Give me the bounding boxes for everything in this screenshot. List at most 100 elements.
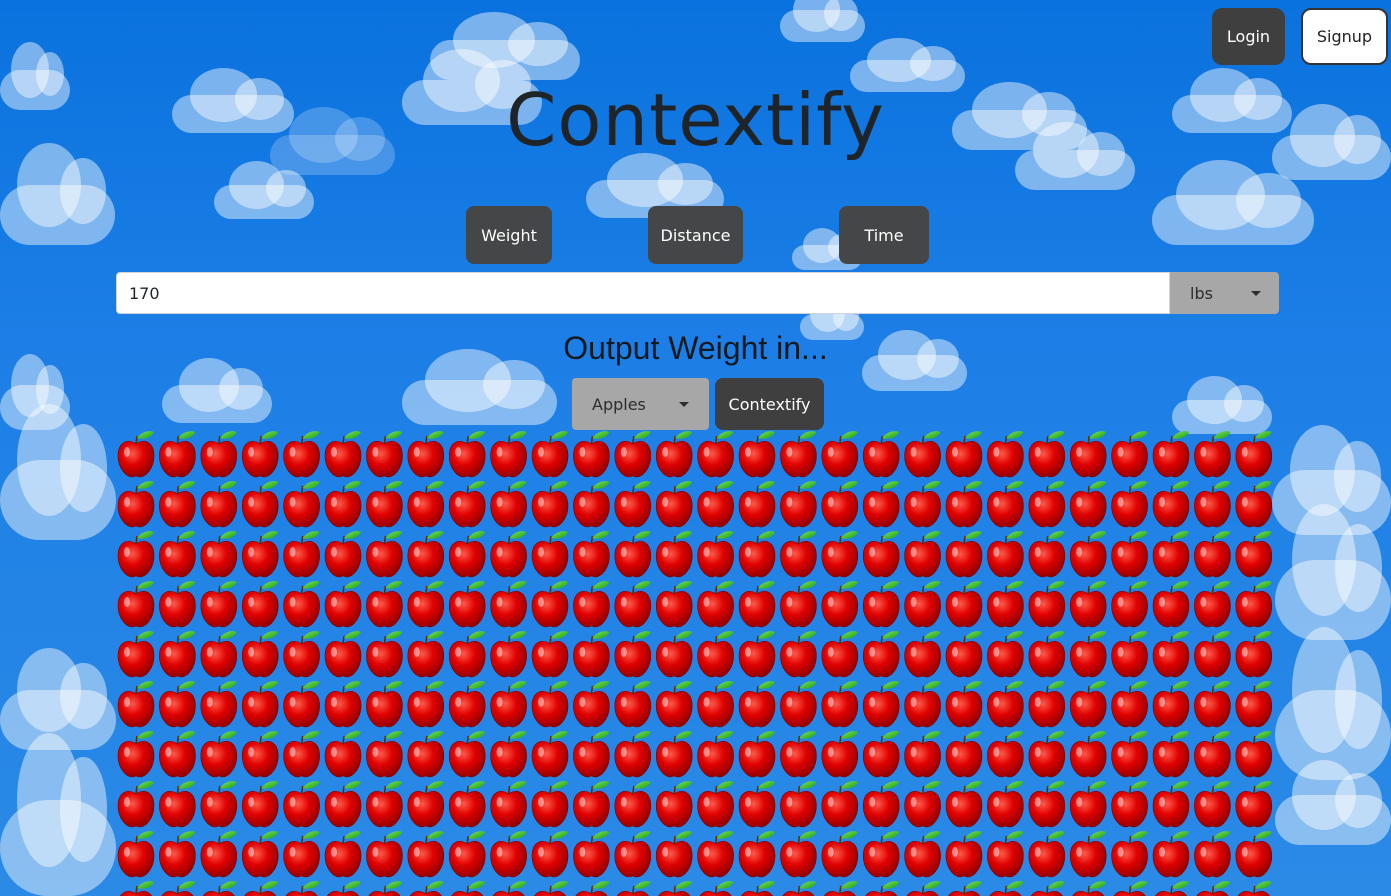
apple-results-grid: [116, 430, 1276, 896]
apple-icon: [780, 531, 817, 578]
apple-icon: [534, 881, 568, 896]
apple-icon: [159, 531, 196, 578]
apple-icon: [283, 831, 320, 878]
apple-icon: [575, 881, 610, 896]
apple-icon: [1238, 881, 1272, 896]
apple-icon: [697, 681, 734, 728]
apple-icon: [780, 481, 817, 528]
apple-icon: [738, 731, 776, 778]
apple-icon: [655, 481, 693, 528]
apple-icon: [1111, 631, 1148, 678]
apple-icon: [1152, 681, 1190, 728]
apple-icon: [203, 881, 237, 896]
apple-icon: [1069, 631, 1107, 678]
apple-icon: [862, 831, 900, 878]
apple-icon: [283, 781, 320, 828]
apple-icon: [1196, 881, 1231, 896]
apple-icon: [614, 581, 652, 628]
apple-icon: [906, 881, 941, 896]
apple-icon: [117, 481, 155, 528]
time-button[interactable]: Time: [839, 206, 929, 264]
apple-icon: [531, 781, 569, 828]
apple-icon: [1152, 781, 1190, 828]
apple-icon: [945, 581, 983, 628]
apple-icon: [699, 881, 734, 896]
apple-icon: [862, 631, 900, 678]
apple-icon: [1235, 531, 1273, 578]
apple-icon: [407, 731, 445, 778]
apple-icon: [1028, 681, 1066, 728]
login-button[interactable]: Login: [1212, 8, 1285, 65]
value-input[interactable]: [116, 272, 1170, 314]
apple-icon: [738, 831, 776, 878]
apple-icon: [1028, 531, 1066, 578]
apple-icon: [117, 781, 155, 828]
signup-button[interactable]: Signup: [1301, 8, 1388, 65]
apple-icon: [697, 631, 734, 678]
chevron-down-icon: [1251, 290, 1261, 296]
apple-icon: [904, 831, 941, 878]
apple-icon: [1235, 631, 1273, 678]
apple-icon: [410, 881, 444, 896]
apple-icon: [490, 681, 527, 728]
contextify-button[interactable]: Contextify: [715, 378, 824, 430]
apple-icon: [1235, 831, 1273, 878]
apple-icon: [324, 631, 362, 678]
apple-icon: [573, 631, 610, 678]
apple-icon: [614, 531, 652, 578]
apple-icon: [862, 731, 900, 778]
apple-icon: [614, 781, 652, 828]
apple-icon: [117, 831, 155, 878]
apple-icon: [531, 581, 569, 628]
apple-icon: [862, 581, 900, 628]
apple-icon: [945, 731, 983, 778]
apple-icon: [738, 581, 776, 628]
cloud-shape: [0, 732, 116, 896]
unit-dropdown[interactable]: lbs: [1170, 272, 1279, 314]
apple-icon: [366, 481, 403, 528]
apple-icon: [241, 631, 279, 678]
apple-icon: [407, 481, 445, 528]
apple-icon: [738, 431, 776, 478]
apple-icon: [904, 481, 941, 528]
apple-icon: [987, 631, 1024, 678]
apple-icon: [1069, 481, 1107, 528]
apple-icon: [1194, 531, 1231, 578]
apple-icon: [324, 731, 362, 778]
weight-button[interactable]: Weight: [466, 206, 552, 264]
apple-icon: [117, 731, 155, 778]
apple-icon: [824, 881, 858, 896]
apple-icon: [1111, 831, 1148, 878]
apple-icon: [448, 531, 486, 578]
apple-icon: [241, 831, 279, 878]
apple-icon: [531, 681, 569, 728]
apple-icon: [738, 781, 776, 828]
apple-icon: [945, 831, 983, 878]
apple-icon: [283, 481, 320, 528]
cloud-shape: [0, 404, 116, 540]
apple-icon: [241, 431, 279, 478]
apple-icon: [490, 581, 527, 628]
apple-icon: [862, 781, 900, 828]
apple-icon: [492, 881, 527, 896]
apple-icon: [865, 881, 900, 896]
apple-icon: [987, 581, 1024, 628]
cloud-shape: [1152, 160, 1314, 245]
apple-icon: [617, 881, 651, 896]
apple-icon: [573, 481, 610, 528]
apple-icon: [490, 831, 527, 878]
apple-icon: [614, 681, 652, 728]
apple-icon: [1069, 681, 1107, 728]
apple-icon: [862, 431, 900, 478]
apple-icon: [448, 631, 486, 678]
output-unit-dropdown[interactable]: Apples: [572, 378, 709, 430]
apple-icon: [904, 731, 941, 778]
apple-icon: [531, 631, 569, 678]
apple-icon: [862, 681, 900, 728]
apple-icon: [200, 731, 238, 778]
apple-icon: [200, 681, 238, 728]
apple-icon: [782, 881, 817, 896]
cloud-shape: [214, 161, 314, 219]
apple-icon: [1072, 881, 1107, 896]
distance-button[interactable]: Distance: [648, 206, 743, 264]
